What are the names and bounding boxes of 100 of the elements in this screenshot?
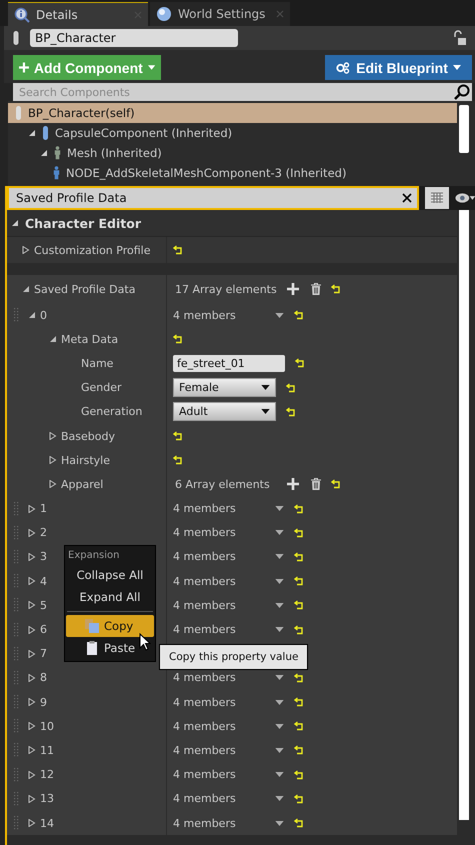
collapsed-arrow-icon[interactable]	[28, 650, 36, 658]
collapsed-arrow-icon[interactable]	[22, 246, 30, 254]
drag-handle-icon[interactable]	[14, 550, 20, 564]
reset-arrow-icon[interactable]	[294, 770, 304, 780]
collapsed-arrow-icon[interactable]	[28, 626, 36, 634]
dropdown-caret-icon[interactable]	[275, 748, 284, 753]
reset-arrow-icon[interactable]	[286, 406, 296, 417]
component-item[interactable]: BP_Character(self)	[8, 103, 457, 123]
dropdown-caret-icon[interactable]	[275, 675, 284, 680]
reset-arrow-icon[interactable]	[286, 382, 296, 393]
component-item[interactable]: CapsuleComponent (Inherited)	[8, 123, 457, 143]
reset-arrow-icon[interactable]	[173, 431, 183, 442]
dropdown-combo[interactable]: Female	[173, 378, 276, 398]
component-item[interactable]: Mesh (Inherited)	[8, 143, 457, 163]
reset-arrow-icon[interactable]	[294, 600, 304, 610]
collapsed-arrow-icon[interactable]	[28, 674, 36, 682]
reset-arrow-icon[interactable]	[294, 745, 304, 756]
reset-arrow-icon[interactable]	[331, 479, 341, 490]
reset-arrow-icon[interactable]	[294, 504, 304, 514]
expanded-arrow-icon[interactable]	[28, 129, 36, 137]
drag-handle-icon[interactable]	[14, 792, 20, 806]
drag-handle-icon[interactable]	[14, 743, 20, 758]
expanded-arrow-icon[interactable]	[22, 285, 30, 293]
scrollbar-thumb[interactable]	[459, 210, 469, 820]
drag-handle-icon[interactable]	[14, 768, 20, 782]
dropdown-caret-icon[interactable]	[275, 506, 284, 512]
category-header[interactable]: Character Editor	[7, 210, 457, 237]
menu-item[interactable]: Expand All	[66, 586, 154, 608]
eye-icon[interactable]	[454, 192, 475, 204]
drag-handle-icon[interactable]	[14, 646, 20, 661]
menu-item[interactable]: Copy	[66, 615, 154, 637]
panel-tab[interactable]: World Settings	[150, 2, 290, 26]
reset-arrow-icon[interactable]	[331, 284, 341, 294]
reset-arrow-icon[interactable]	[294, 576, 304, 586]
drag-handle-icon[interactable]	[14, 308, 20, 322]
dropdown-caret-icon[interactable]	[275, 772, 284, 778]
property-matrix-button[interactable]	[425, 187, 449, 209]
expanded-arrow-icon[interactable]	[40, 149, 48, 157]
reset-arrow-icon[interactable]	[294, 528, 304, 538]
drag-handle-icon[interactable]	[14, 622, 20, 637]
reset-arrow-icon[interactable]	[173, 334, 183, 344]
trash-icon[interactable]	[311, 478, 321, 490]
reset-arrow-icon[interactable]	[173, 455, 183, 466]
expanded-arrow-icon[interactable]	[28, 311, 36, 320]
search-icon[interactable]	[454, 84, 470, 100]
reset-arrow-icon[interactable]	[294, 697, 304, 708]
drag-handle-icon[interactable]	[14, 598, 20, 612]
dropdown-caret-icon[interactable]	[275, 627, 284, 632]
component-search-field[interactable]: Search Components	[17, 84, 454, 100]
collapsed-arrow-icon[interactable]	[28, 819, 36, 828]
dropdown-caret-icon[interactable]	[275, 700, 284, 705]
reset-arrow-icon[interactable]	[294, 818, 304, 828]
actor-name-field[interactable]: BP_Character	[30, 29, 238, 47]
reset-arrow-icon[interactable]	[295, 358, 305, 368]
unlock-icon[interactable]	[453, 30, 467, 46]
collapsed-arrow-icon[interactable]	[28, 698, 36, 706]
menu-item[interactable]: Collapse All	[66, 564, 154, 586]
drag-handle-icon[interactable]	[14, 816, 20, 830]
scrollbar-thumb[interactable]	[459, 105, 469, 153]
reset-arrow-icon[interactable]	[294, 794, 304, 804]
reset-arrow-icon[interactable]	[294, 310, 304, 320]
menu-item[interactable]: Paste	[66, 637, 154, 659]
expanded-arrow-icon[interactable]	[11, 219, 19, 227]
reset-arrow-icon[interactable]	[294, 721, 304, 732]
dropdown-caret-icon[interactable]	[275, 578, 284, 584]
collapsed-arrow-icon[interactable]	[28, 770, 36, 779]
collapsed-arrow-icon[interactable]	[49, 432, 57, 440]
dropdown-combo[interactable]: Adult	[173, 402, 276, 422]
drag-handle-icon[interactable]	[14, 574, 20, 588]
collapsed-arrow-icon[interactable]	[28, 601, 36, 610]
reset-arrow-icon[interactable]	[294, 624, 304, 635]
reset-arrow-icon[interactable]	[294, 552, 304, 562]
component-search-box[interactable]: Search Components	[13, 83, 472, 101]
collapsed-arrow-icon[interactable]	[28, 552, 36, 561]
dropdown-caret-icon[interactable]	[275, 820, 284, 826]
dropdown-caret-icon[interactable]	[275, 724, 284, 729]
drag-handle-icon[interactable]	[14, 502, 20, 516]
collapsed-arrow-icon[interactable]	[49, 480, 57, 488]
dropdown-caret-icon[interactable]	[275, 796, 284, 802]
edit-blueprint-button[interactable]: Edit Blueprint	[325, 55, 472, 80]
collapsed-arrow-icon[interactable]	[28, 504, 36, 513]
reset-arrow-icon[interactable]	[294, 672, 304, 683]
collapsed-arrow-icon[interactable]	[28, 577, 36, 586]
drag-handle-icon[interactable]	[14, 670, 20, 685]
collapsed-arrow-icon[interactable]	[28, 794, 36, 803]
collapsed-arrow-icon[interactable]	[28, 746, 36, 754]
add-icon[interactable]	[287, 283, 299, 295]
component-item[interactable]: NODE_AddSkeletalMeshComponent-3 (Inherited)	[8, 163, 457, 183]
name-text-field[interactable]: fe_street_01	[173, 354, 285, 372]
dropdown-caret-icon[interactable]	[275, 312, 284, 318]
drag-handle-icon[interactable]	[14, 695, 20, 710]
drag-handle-icon[interactable]	[14, 526, 20, 540]
details-search-box[interactable]: Saved Profile Data	[7, 186, 419, 210]
reset-arrow-icon[interactable]	[173, 245, 183, 255]
dropdown-caret-icon[interactable]	[275, 554, 284, 560]
collapsed-arrow-icon[interactable]	[49, 456, 57, 464]
dropdown-caret-icon[interactable]	[275, 602, 284, 608]
collapsed-arrow-icon[interactable]	[28, 528, 36, 537]
expanded-arrow-icon[interactable]	[49, 335, 57, 344]
dropdown-caret-icon[interactable]	[275, 530, 284, 536]
